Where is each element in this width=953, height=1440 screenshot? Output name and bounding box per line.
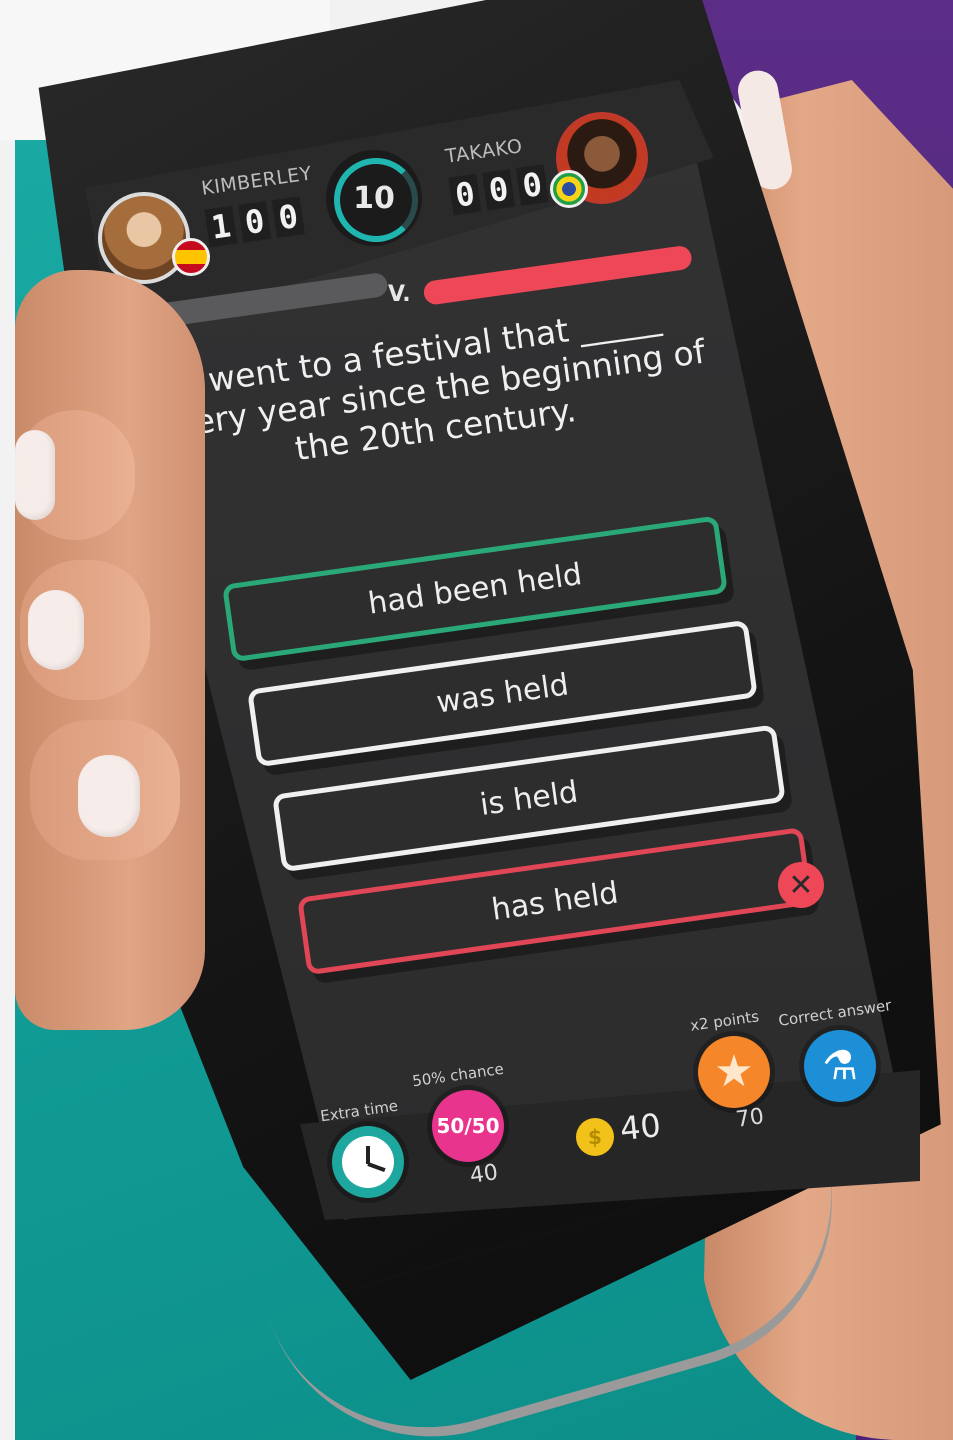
score-digit: 0	[448, 173, 482, 216]
score-digit: 0	[515, 164, 549, 206]
fifty-fifty-button[interactable]: 50/50	[432, 1090, 504, 1162]
score-digit: 0	[238, 201, 272, 243]
background-strip	[0, 0, 15, 1440]
finger-nail	[28, 590, 84, 670]
coin-balance: 40	[618, 1105, 663, 1149]
clock-icon	[342, 1136, 394, 1188]
extra-time-button[interactable]	[332, 1126, 404, 1198]
score-digit: 0	[482, 169, 516, 211]
correct-answer-button[interactable]: ⚗	[804, 1030, 876, 1102]
score-digit: 0	[271, 196, 305, 238]
double-points-cost: 70	[734, 1104, 766, 1133]
flask-icon: ⚗	[822, 1043, 858, 1089]
coin-icon: $	[576, 1118, 614, 1156]
wrong-answer-icon: ✕	[778, 862, 824, 908]
player-right-info: TAKAKO 0 0 0	[444, 133, 549, 216]
star-icon: ★	[714, 1046, 754, 1097]
fifty-fifty-cost: 40	[468, 1160, 500, 1189]
versus-label: V.	[388, 282, 411, 307]
double-points-button[interactable]: ★	[698, 1036, 770, 1108]
round-timer: 10	[326, 150, 422, 246]
fifty-fifty-icon: 50/50	[436, 1114, 500, 1138]
score-digit: 1	[204, 205, 238, 248]
timer-value: 10	[353, 180, 395, 216]
avatar-kimberley	[98, 192, 190, 284]
finger-nail	[15, 430, 55, 520]
brazil-flag-icon	[550, 170, 588, 208]
spain-flag-icon	[172, 238, 210, 276]
finger-nail	[78, 755, 140, 837]
